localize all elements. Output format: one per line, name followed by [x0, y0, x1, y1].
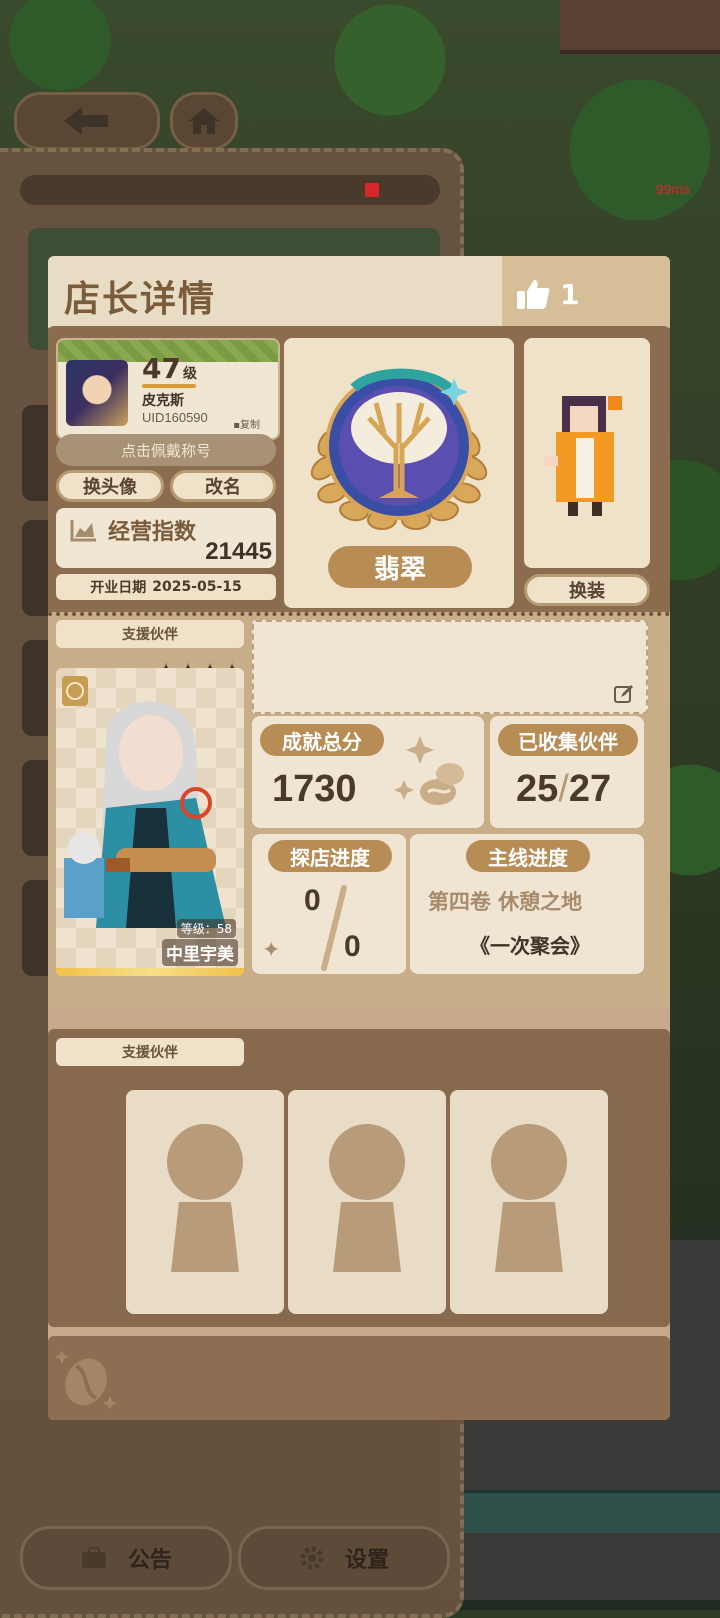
emerald-rank-emblem-icon: [310, 368, 488, 530]
copy-label: 复制: [240, 420, 260, 431]
briefcase-icon: [81, 1547, 106, 1568]
settings-button[interactable]: 设置: [238, 1526, 450, 1590]
story-volume: 第四卷 休憩之地: [427, 890, 583, 914]
wear-title-button[interactable]: 点击佩戴称号: [56, 434, 276, 466]
collected-total: 27: [568, 768, 612, 810]
notice-label: 公告: [127, 1548, 172, 1573]
badge-panel[interactable]: 翡翠: [284, 338, 514, 608]
support-partner-card[interactable]: 等级：58 中里宇美: [56, 668, 244, 976]
open-date-value: 2025-05-15: [152, 579, 242, 595]
level-unit: 级: [182, 366, 197, 382]
business-index-value: 21445: [205, 538, 272, 565]
building: [560, 0, 720, 54]
open-date-label: 开业日期: [90, 580, 147, 596]
collected-separator: /: [558, 768, 569, 810]
nickname: 皮克斯: [142, 393, 184, 409]
settings-label: 设置: [344, 1548, 389, 1573]
modal-title: 店长详情: [64, 279, 217, 320]
support-partner-label: 支援伙伴: [56, 620, 244, 648]
thumbs-up-icon: [517, 280, 550, 309]
signal-icon: [365, 183, 379, 197]
coffee-bean-icon: [55, 1350, 117, 1410]
collected-label: 已收集伙伴: [498, 724, 638, 756]
partner-level: 等级：58: [176, 919, 236, 938]
business-index-label: 经营指数: [108, 520, 197, 545]
partner-rarity-glow: [56, 968, 244, 976]
story-label: 主线进度: [466, 840, 590, 872]
level-number: 47: [142, 352, 181, 385]
story-progress-box: 主线进度 第四卷 休憩之地 《一次聚会》: [410, 834, 644, 974]
empty-partner-slot[interactable]: [288, 1090, 446, 1314]
counter-area: [450, 1490, 720, 1533]
collected-value: 25/27: [516, 768, 611, 811]
like-count: 1: [560, 277, 580, 311]
rename-button[interactable]: 改名: [170, 470, 276, 502]
collected-partners-box: 已收集伙伴 25/27: [490, 716, 644, 828]
home-icon: [189, 108, 219, 134]
open-date: 开业日期 2025-05-15: [56, 574, 276, 600]
rank-name: 翡翠: [328, 546, 472, 588]
support-partner-label-2: 支援伙伴: [56, 1038, 244, 1066]
achievement-label: 成就总分: [260, 724, 384, 756]
pixel-character: [544, 396, 622, 516]
arrow-left-icon: [64, 107, 108, 135]
uid-text: UID160590: [142, 410, 208, 425]
empty-partner-slot[interactable]: [126, 1090, 284, 1314]
profile-card: 47 级 皮克斯 UID160590 ▪复制: [56, 338, 280, 440]
explore-label: 探店进度: [268, 840, 392, 872]
chart-icon: [70, 520, 96, 542]
gear-icon: [300, 1546, 324, 1570]
back-button[interactable]: [14, 92, 160, 150]
footer-section: [48, 1336, 670, 1420]
level-underline: [142, 384, 196, 388]
collected-current: 25: [516, 768, 559, 810]
person-silhouette-icon: [491, 1124, 567, 1272]
achievement-value: 1730: [272, 768, 357, 810]
business-index: 经营指数 21445: [56, 508, 276, 568]
home-button[interactable]: [170, 92, 238, 150]
person-silhouette-icon: [329, 1124, 405, 1272]
person-silhouette-icon: [167, 1124, 243, 1272]
empty-partner-slot[interactable]: [450, 1090, 608, 1314]
change-outfit-button[interactable]: 换装: [524, 574, 650, 606]
like-button[interactable]: 1: [502, 256, 670, 332]
player-level: 47 级: [142, 352, 197, 385]
ping-text: 99ms: [655, 181, 690, 197]
coffee-beans-icon: [394, 736, 464, 805]
notice-button[interactable]: 公告: [20, 1526, 232, 1590]
partner-name: 中里宇美: [162, 939, 238, 966]
title-bar: 店长详情 1: [48, 256, 670, 332]
change-avatar-button[interactable]: 换头像: [56, 470, 164, 502]
avatar[interactable]: [66, 360, 128, 426]
character-preview: [524, 338, 650, 568]
signature-box[interactable]: [252, 620, 648, 714]
copy-uid-button[interactable]: ▪复制: [233, 416, 260, 431]
shop-owner-detail-modal: 店长详情 1 47 级 皮克斯 UID160590 ▪复制 点击佩戴称号 换头像 …: [48, 256, 670, 1420]
sparkle-icon: ✦: [262, 938, 281, 963]
story-chapter: 《一次聚会》: [470, 934, 590, 958]
edit-icon: [614, 685, 633, 703]
explore-total: 0: [344, 930, 361, 963]
achievement-score-box: 成就总分 1730: [252, 716, 484, 828]
explore-progress-box: 探店进度 0 0 ✦: [252, 834, 406, 974]
